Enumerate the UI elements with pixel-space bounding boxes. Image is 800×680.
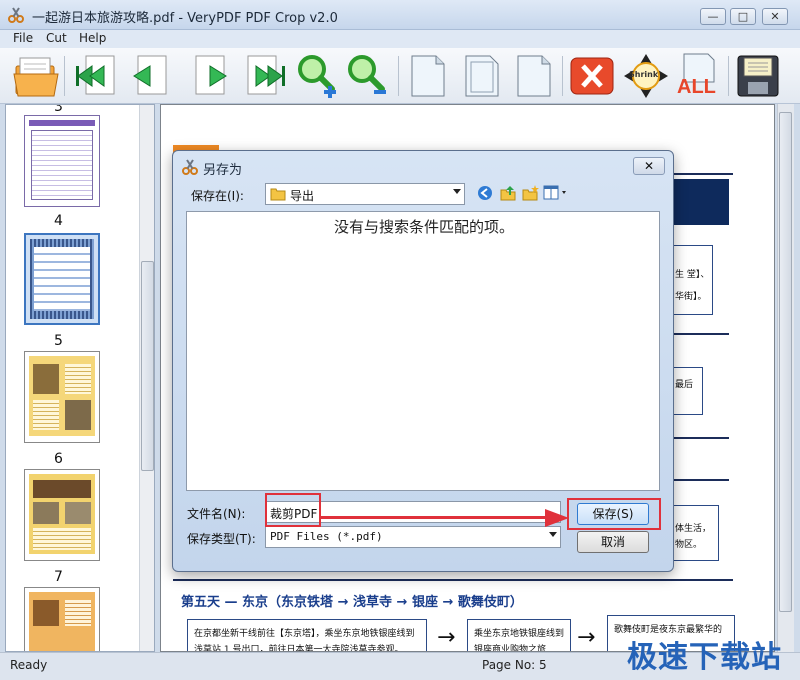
- maximize-button[interactable]: □: [730, 8, 756, 25]
- save-button-highlight-box: [567, 498, 661, 530]
- scissors-icon: [182, 159, 198, 175]
- chevron-down-icon: [549, 532, 557, 537]
- window-title: 一起游日本旅游攻略.pdf - VeryPDF PDF Crop v2.0: [32, 11, 338, 26]
- thumbnail-panel: 3 4 5 6 7: [5, 104, 155, 652]
- scissors-app-icon: [8, 7, 24, 23]
- thumbnail-page-7[interactable]: [24, 587, 100, 651]
- blank-page-icon[interactable]: [510, 52, 558, 100]
- menu-help[interactable]: Help: [79, 31, 106, 45]
- filename-highlight-box: [265, 493, 321, 527]
- annotation-arrow-line: [321, 516, 549, 519]
- new-folder-icon[interactable]: [521, 184, 539, 202]
- menu-bar: File Cut Help: [0, 30, 800, 48]
- arrow-glyph: →: [437, 625, 456, 650]
- folder-icon: [270, 188, 286, 201]
- single-page-icon[interactable]: [404, 52, 452, 100]
- status-page-number: Page No: 5: [482, 658, 547, 672]
- thumbnail-number: 6: [54, 451, 63, 467]
- thumbnail-number: 5: [54, 333, 63, 349]
- dialog-title: 另存为: [203, 163, 243, 178]
- filetype-value: PDF Files (*.pdf): [270, 530, 383, 543]
- doc-snippet: 生 堂】、: [675, 270, 710, 280]
- day5-box: 在京都坐新干线前往【东京塔】，乘坐东京地铁银座线到浅草站 1 号出口，前往日本第…: [187, 619, 427, 651]
- portrait-page-icon[interactable]: [458, 52, 506, 100]
- save-floppy-icon[interactable]: [734, 52, 782, 100]
- document-scrollbar[interactable]: [777, 104, 794, 652]
- cancel-button[interactable]: 取消: [577, 531, 649, 553]
- annotation-arrow-head: [545, 509, 569, 527]
- all-label: ALL: [677, 76, 716, 98]
- thumbnail-page-5[interactable]: [24, 351, 100, 443]
- save-in-label: 保存在(I):: [191, 189, 244, 203]
- zoom-out-icon[interactable]: [344, 52, 392, 100]
- arrow-glyph: →: [577, 625, 596, 650]
- site-watermark: 极速下载站: [627, 640, 782, 675]
- shrink-button[interactable]: Shrink: [622, 52, 670, 100]
- open-folder-icon[interactable]: [12, 52, 60, 100]
- next-page-icon[interactable]: [190, 52, 238, 100]
- filetype-select[interactable]: PDF Files (*.pdf): [265, 526, 561, 548]
- first-page-icon[interactable]: [72, 52, 120, 100]
- doc-snippet: 物区。: [675, 540, 703, 550]
- doc-snippet: 体生活，: [675, 524, 712, 534]
- menu-file[interactable]: File: [13, 31, 33, 45]
- back-icon[interactable]: [477, 185, 493, 201]
- thumbnail-number: 3: [54, 104, 63, 115]
- doc-snippet: 最后: [675, 380, 694, 390]
- shrink-label: Shrink: [629, 70, 659, 79]
- last-page-icon[interactable]: [242, 52, 290, 100]
- save-in-value: 导出: [290, 189, 315, 203]
- thumbnail-scrollbar[interactable]: [139, 105, 154, 651]
- document-scroll-thumb[interactable]: [779, 112, 792, 612]
- filename-label: 文件名(N):: [187, 507, 246, 521]
- zoom-in-icon[interactable]: [294, 52, 342, 100]
- menu-cut[interactable]: Cut: [46, 31, 67, 45]
- toolbar-separator: [64, 56, 65, 96]
- toolbar: Shrink ALL: [0, 48, 800, 104]
- status-ready: Ready: [10, 658, 48, 672]
- thumbnail-number: 4: [54, 213, 63, 229]
- thumbnail-page-4[interactable]: [24, 233, 100, 325]
- doc-snippet: 华街】。: [675, 292, 707, 302]
- all-button[interactable]: ALL: [674, 52, 722, 100]
- filetype-label: 保存类型(T):: [187, 532, 256, 546]
- day5-heading: 第五天 — 东京（东京铁塔 → 浅草寺 → 银座 → 歌舞伎町）: [181, 595, 523, 610]
- dialog-close-button[interactable]: ✕: [633, 157, 665, 175]
- minimize-button[interactable]: —: [700, 8, 726, 25]
- day5-box: 乘坐东京地铁银座线到银座商业购物之旅: [467, 619, 571, 651]
- empty-list-message: 没有与搜索条件匹配的项。: [333, 218, 514, 236]
- view-menu-icon[interactable]: [543, 185, 571, 201]
- up-folder-icon[interactable]: [499, 184, 517, 202]
- prev-page-icon[interactable]: [124, 52, 172, 100]
- title-bar: 一起游日本旅游攻略.pdf - VeryPDF PDF Crop v2.0 — …: [0, 0, 800, 30]
- toolbar-separator: [728, 56, 729, 96]
- toolbar-separator: [562, 56, 563, 96]
- save-as-dialog: 另存为 ✕ 保存在(I): 导出 没有与搜索条件匹配的项。 文件名(N): 裁剪…: [172, 150, 674, 572]
- chevron-down-icon: [453, 189, 461, 194]
- close-button[interactable]: ✕: [762, 8, 788, 25]
- file-list[interactable]: 没有与搜索条件匹配的项。: [186, 211, 660, 491]
- save-in-combo[interactable]: 导出: [265, 183, 465, 205]
- thumbnail-page-6[interactable]: [24, 469, 100, 561]
- thumbnail-page-3[interactable]: [24, 115, 100, 207]
- thumbnail-number: 7: [54, 569, 63, 585]
- toolbar-separator: [398, 56, 399, 96]
- thumbnail-scroll-thumb[interactable]: [141, 261, 154, 471]
- cancel-x-icon[interactable]: [568, 52, 616, 100]
